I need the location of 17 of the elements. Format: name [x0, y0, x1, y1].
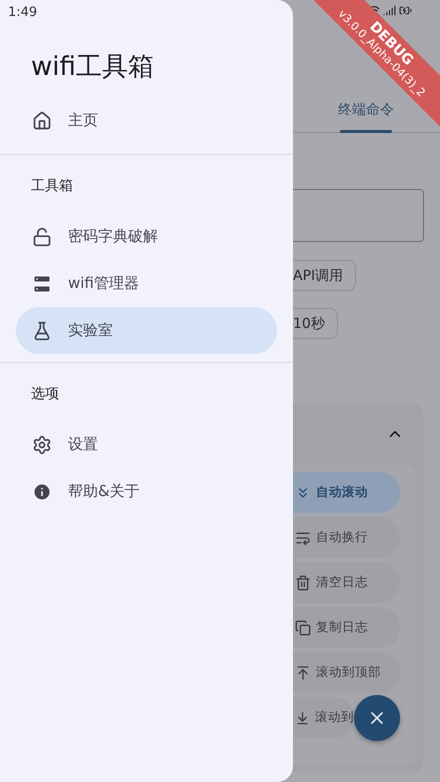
drawer-item[interactable]: wifi管理器 [16, 260, 277, 307]
log-action-button[interactable]: 清空日志 [293, 562, 400, 603]
drawer-item[interactable]: 主页 [16, 97, 277, 144]
tab[interactable]: 终端命令 [323, 88, 409, 132]
drawer-item[interactable]: 设置 [16, 421, 277, 468]
log-action-button[interactable]: 滚动到 [293, 697, 354, 738]
log-action-button[interactable]: 自动换行 [293, 517, 400, 558]
log-action-button[interactable]: 自动滚动 [293, 472, 400, 513]
log-action-button[interactable]: 复制日志 [293, 607, 400, 648]
section-heading: 选项 [31, 385, 60, 404]
status-time: 1:49 [8, 5, 38, 20]
drawer-item[interactable]: 实验室 [16, 307, 277, 354]
drawer-item[interactable]: 帮助&关于 [16, 468, 277, 515]
drawer-item[interactable]: 密码字典破解 [16, 213, 277, 260]
log-action-button[interactable]: 滚动到顶部 [293, 652, 400, 693]
section-heading: 工具箱 [31, 177, 74, 196]
drawer-title: wifi工具箱 [31, 51, 154, 84]
